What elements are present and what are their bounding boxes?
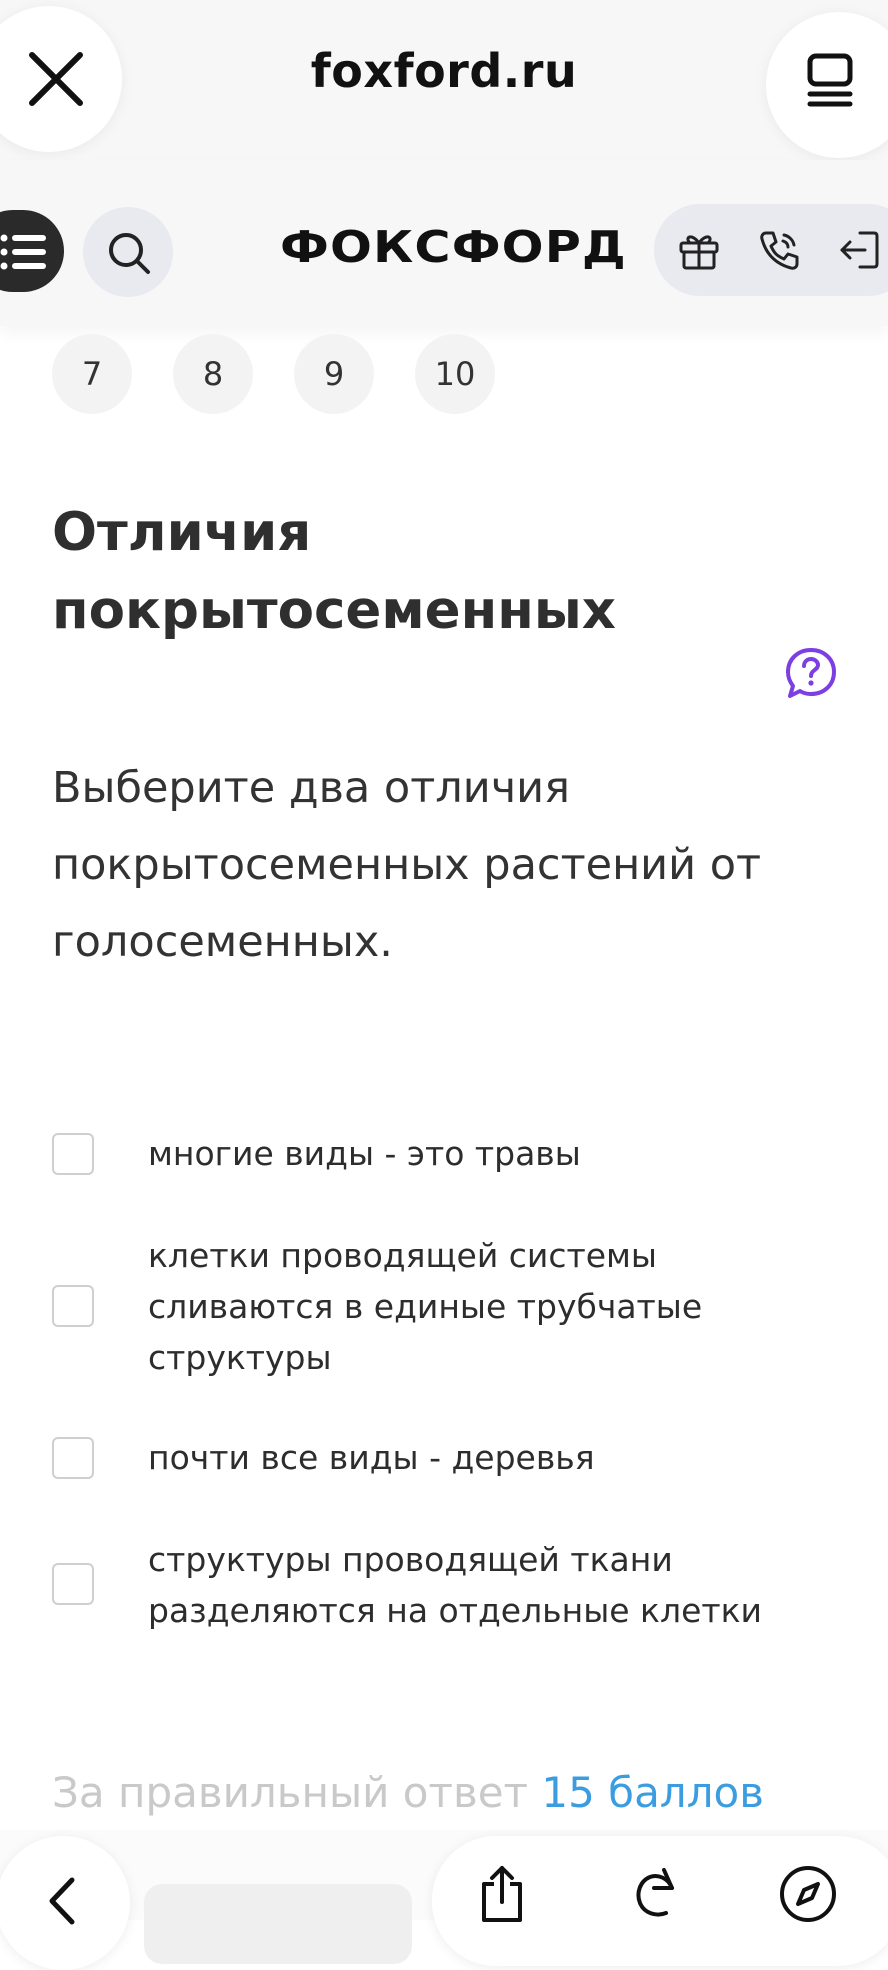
answer-option[interactable]: многие виды - это травы: [52, 1128, 832, 1180]
header-actions: [654, 204, 888, 296]
task-title: Отличия покрытосеменных: [52, 502, 616, 641]
answer-option[interactable]: почти все виды - деревья: [52, 1432, 832, 1484]
site-header: ФОКСФОРД: [0, 160, 888, 326]
gift-icon[interactable]: [678, 229, 720, 271]
tabs-icon: [807, 53, 853, 107]
search-button[interactable]: [83, 207, 173, 297]
search-icon: [109, 233, 150, 274]
page-chip-9[interactable]: 9: [294, 334, 374, 414]
share-icon[interactable]: [478, 1864, 526, 1924]
menu-button[interactable]: [0, 210, 64, 292]
address-bar[interactable]: [144, 1884, 412, 1964]
score-points: 15 баллов: [541, 1768, 764, 1817]
option-label: клетки проводящей системы сливаются в ед…: [148, 1236, 703, 1377]
score-prefix: За правильный ответ: [52, 1768, 529, 1817]
browser-tools: [432, 1836, 888, 1966]
login-icon[interactable]: [838, 229, 880, 271]
option-checkbox[interactable]: [52, 1285, 94, 1327]
option-checkbox[interactable]: [52, 1437, 94, 1479]
address-url[interactable]: foxford.ru: [0, 44, 888, 98]
browser-top-bar: foxford.ru: [0, 0, 888, 160]
page-chip-7[interactable]: 7: [52, 334, 132, 414]
phone-icon[interactable]: [758, 229, 800, 271]
back-button[interactable]: [0, 1836, 130, 1970]
score-note: За правильный ответ 15 баллов: [52, 1768, 764, 1817]
answer-option[interactable]: клетки проводящей системы сливаются в ед…: [52, 1230, 832, 1386]
page-chip-8[interactable]: 8: [173, 334, 253, 414]
site-logo[interactable]: ФОКСФОРД: [280, 222, 627, 273]
page-chip-10[interactable]: 10: [415, 334, 495, 414]
reload-icon[interactable]: [628, 1864, 684, 1924]
back-icon: [49, 1877, 75, 1925]
option-label: многие виды - это травы: [148, 1134, 581, 1173]
task-question: Выберите два отличия покрытосеменных рас…: [52, 763, 762, 967]
option-label: почти все виды - деревья: [148, 1438, 595, 1477]
option-checkbox[interactable]: [52, 1563, 94, 1605]
help-icon[interactable]: [784, 646, 838, 700]
compass-icon[interactable]: [778, 1864, 838, 1924]
option-label: структуры проводящей ткани разделяются н…: [148, 1540, 762, 1630]
menu-icon: [0, 234, 46, 270]
answer-option[interactable]: структуры проводящей ткани разделяются н…: [52, 1534, 832, 1638]
tabs-button[interactable]: [766, 12, 888, 158]
option-checkbox[interactable]: [52, 1133, 94, 1175]
